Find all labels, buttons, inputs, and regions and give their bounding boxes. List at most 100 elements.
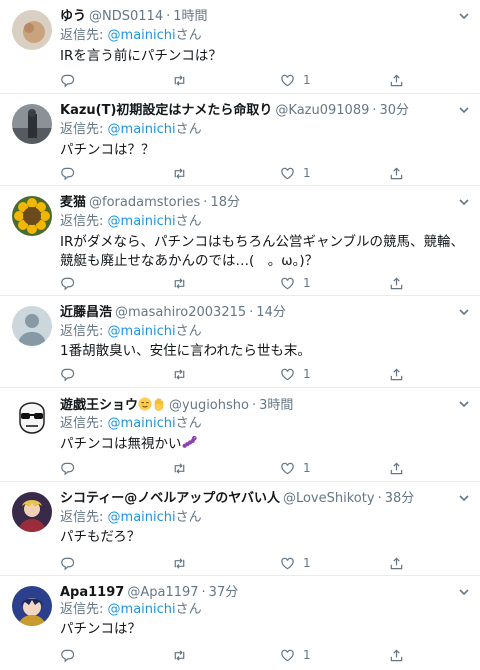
retweet-button[interactable]	[172, 71, 187, 89]
display-name[interactable]: ゆう	[60, 9, 86, 24]
avatar[interactable]	[12, 398, 52, 438]
avatar[interactable]	[12, 492, 52, 532]
share-button[interactable]	[389, 459, 404, 477]
handle[interactable]: @Apa1197	[127, 585, 198, 600]
like-button[interactable]: 1	[280, 365, 311, 383]
tweet-text: パチンコは無視かい	[60, 435, 466, 454]
action-bar: 1	[60, 71, 420, 89]
reply-mention[interactable]: @mainichi	[108, 122, 176, 137]
like-button[interactable]: 1	[280, 164, 311, 182]
reply-suffix: さん	[175, 510, 202, 525]
chevron-down-icon[interactable]	[458, 10, 470, 22]
tweet[interactable]: 近藤昌浩 @masahiro2003215 · 14分 返信先: @mainichiさ…	[0, 296, 480, 388]
like-button[interactable]: 1	[280, 71, 311, 89]
share-button[interactable]	[389, 365, 404, 383]
like-button[interactable]: 1	[280, 274, 311, 292]
timestamp[interactable]: 1時間	[173, 9, 207, 24]
share-button[interactable]	[389, 71, 404, 89]
handle[interactable]: @NDS0114	[89, 9, 163, 24]
display-name[interactable]: 遊戯王ショウ	[60, 398, 138, 413]
display-name[interactable]: Kazu(T)初期設定はナメたら命取り	[60, 103, 272, 118]
handle[interactable]: @LoveShikoty	[283, 491, 375, 506]
like-count: 1	[303, 166, 311, 180]
tweet[interactable]: 遊戯王ショウ @yugiohsho · 3時間 返信先: @mainichiさん パチ…	[0, 388, 480, 482]
reply-mention[interactable]: @mainichi	[108, 214, 176, 229]
avatar[interactable]	[12, 104, 52, 144]
like-count: 1	[303, 556, 311, 570]
tweet[interactable]: ゆう @NDS0114 · 1時間 返信先: @mainichiさん IRを言う前にパ…	[0, 0, 480, 94]
chevron-down-icon[interactable]	[458, 492, 470, 504]
display-name[interactable]: 近藤昌浩	[60, 305, 112, 320]
share-button[interactable]	[389, 274, 404, 292]
retweet-button[interactable]	[172, 554, 187, 572]
reply-suffix: さん	[175, 122, 202, 137]
timestamp[interactable]: 18分	[210, 195, 240, 210]
chevron-down-icon[interactable]	[458, 196, 470, 208]
heart-icon	[281, 649, 294, 661]
chevron-down-icon[interactable]	[458, 586, 470, 598]
tweet[interactable]: シコティー@ノベルアップのヤバい人 @LoveShikoty · 38分 返信先: @…	[0, 482, 480, 576]
retweet-button[interactable]	[172, 164, 187, 182]
chevron-down-icon[interactable]	[458, 398, 470, 410]
reply-button[interactable]	[60, 164, 75, 182]
retweet-button[interactable]	[172, 274, 187, 292]
tweet[interactable]: 麦猫 @foradamstories · 18分 返信先: @mainichiさん I…	[0, 186, 480, 296]
avatar[interactable]	[12, 10, 52, 50]
like-button[interactable]: 1	[280, 459, 311, 477]
tweet-text: パチンコは？	[60, 621, 141, 637]
share-icon	[390, 367, 403, 380]
reply-mention[interactable]: @mainichi	[108, 416, 176, 431]
avatar[interactable]	[12, 196, 52, 236]
like-button[interactable]: 1	[280, 554, 311, 572]
retweet-icon	[174, 74, 185, 86]
timestamp[interactable]: 3時間	[259, 398, 293, 413]
reply-icon	[61, 462, 75, 475]
handle[interactable]: @masahiro2003215	[115, 305, 246, 320]
retweet-button[interactable]	[172, 646, 187, 664]
avatar[interactable]	[12, 306, 52, 346]
reply-mention[interactable]: @mainichi	[108, 324, 176, 339]
reply-prefix: 返信先:	[60, 28, 104, 43]
heart-icon	[281, 462, 294, 474]
raised-hand-emoji-icon	[154, 398, 164, 411]
handle[interactable]: @Kazu091089	[275, 103, 369, 118]
separator-dot: ·	[251, 398, 257, 413]
retweet-button[interactable]	[172, 459, 187, 477]
tweet-header: Kazu(T)初期設定はナメたら命取り @Kazu091089 · 30分	[60, 103, 450, 119]
display-name[interactable]: 麦猫	[60, 195, 86, 210]
display-name[interactable]: シコティー@ノベルアップのヤバい人	[60, 491, 280, 506]
handle[interactable]: @foradamstories	[89, 195, 200, 210]
tweet[interactable]: Apa1197 @Apa1197 · 37分 返信先: @mainichiさん パチン…	[0, 576, 480, 670]
handle[interactable]: @yugiohsho	[169, 398, 249, 413]
share-button[interactable]	[389, 164, 404, 182]
retweet-button[interactable]	[172, 365, 187, 383]
separator-dot: ·	[203, 195, 208, 210]
chevron-down-icon[interactable]	[458, 306, 470, 318]
reply-button[interactable]	[60, 274, 75, 292]
reply-button[interactable]	[60, 459, 75, 477]
relieved-face-emoji-icon	[138, 397, 152, 411]
tweet-header: 遊戯王ショウ @yugiohsho · 3時間	[60, 397, 450, 414]
reply-button[interactable]	[60, 554, 75, 572]
reply-button[interactable]	[60, 71, 75, 89]
timestamp[interactable]: 14分	[256, 305, 286, 320]
avatar[interactable]	[12, 586, 52, 626]
separator-dot: ·	[201, 585, 206, 600]
share-button[interactable]	[389, 554, 404, 572]
tweet-header: 麦猫 @foradamstories · 18分	[60, 195, 450, 211]
display-name[interactable]: Apa1197	[60, 585, 124, 600]
tweet[interactable]: Kazu(T)初期設定はナメたら命取り @Kazu091089 · 30分 返信先: …	[0, 94, 480, 186]
timestamp[interactable]: 38分	[385, 491, 415, 506]
reply-button[interactable]	[60, 646, 75, 664]
chevron-down-icon[interactable]	[458, 104, 470, 116]
reply-mention[interactable]: @mainichi	[108, 510, 176, 525]
reply-mention[interactable]: @mainichi	[108, 28, 176, 43]
like-button[interactable]: 1	[280, 646, 311, 664]
like-count: 1	[303, 648, 311, 662]
reply-button[interactable]	[60, 365, 75, 383]
timestamp[interactable]: 37分	[209, 585, 239, 600]
share-button[interactable]	[389, 646, 404, 664]
heart-icon	[281, 368, 294, 380]
timestamp[interactable]: 30分	[380, 103, 410, 118]
reply-mention[interactable]: @mainichi	[108, 602, 176, 617]
